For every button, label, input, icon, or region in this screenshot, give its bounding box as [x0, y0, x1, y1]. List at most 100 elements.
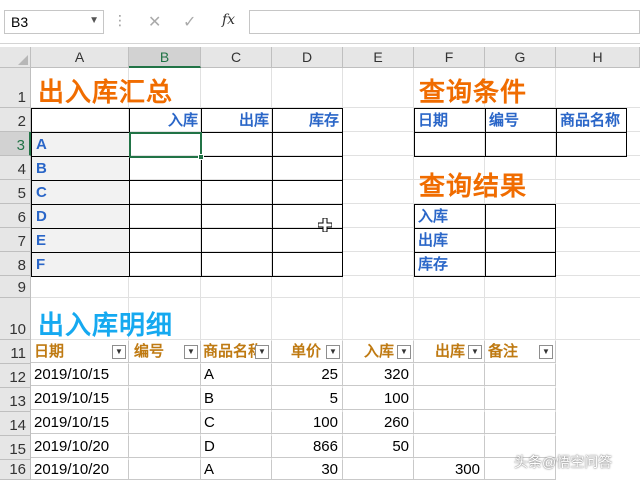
detail-date[interactable]: 2019/10/15 — [31, 364, 129, 386]
detail-header-code[interactable]: 编号 ▼ — [129, 341, 201, 363]
row-header-3[interactable]: 3 — [0, 132, 31, 156]
column-header-h[interactable]: H — [556, 47, 640, 68]
detail-product-name[interactable]: A — [201, 364, 272, 386]
row-header-15[interactable]: 15 — [0, 436, 31, 460]
detail-code[interactable] — [129, 364, 201, 386]
column-header-f[interactable]: F — [414, 47, 485, 68]
detail-header-out[interactable]: 出库 ▼ — [414, 341, 485, 363]
result-in-value[interactable] — [485, 204, 556, 229]
detail-price[interactable]: 5 — [272, 388, 343, 410]
summary-cell[interactable] — [129, 180, 202, 205]
detail-product-name[interactable]: C — [201, 412, 272, 434]
detail-code[interactable] — [129, 412, 201, 434]
summary-cell[interactable] — [201, 180, 273, 205]
summary-cell[interactable] — [129, 252, 202, 277]
detail-code[interactable] — [129, 460, 201, 480]
result-out-value[interactable] — [485, 228, 556, 253]
row-header-4[interactable]: 4 — [0, 156, 31, 180]
summary-header-out[interactable]: 出库 — [201, 108, 273, 133]
detail-date[interactable]: 2019/10/20 — [31, 436, 129, 458]
detail-note[interactable] — [485, 412, 556, 434]
row-header-8[interactable]: 8 — [0, 252, 31, 276]
summary-cell[interactable] — [129, 156, 202, 181]
row-header-6[interactable]: 6 — [0, 204, 31, 228]
result-label-out[interactable]: 出库 — [414, 228, 486, 253]
detail-out[interactable]: 300 — [414, 460, 485, 480]
summary-cell[interactable] — [201, 228, 273, 253]
row-header-16[interactable]: 16 — [0, 460, 31, 480]
summary-cell[interactable] — [129, 228, 202, 253]
summary-item-b[interactable]: B — [31, 156, 130, 181]
detail-price[interactable]: 866 — [272, 436, 343, 458]
detail-price[interactable]: 30 — [272, 460, 343, 480]
detail-in[interactable]: 260 — [343, 412, 414, 434]
detail-header-date[interactable]: 日期 ▼ — [31, 341, 129, 363]
row-header-9[interactable]: 9 — [0, 276, 31, 298]
detail-date[interactable]: 2019/10/20 — [31, 460, 129, 480]
detail-price[interactable]: 100 — [272, 412, 343, 434]
summary-item-c[interactable]: C — [31, 180, 130, 205]
detail-in[interactable]: 50 — [343, 436, 414, 458]
detail-header-note[interactable]: 备注 ▼ — [485, 341, 556, 363]
detail-in[interactable] — [343, 460, 414, 480]
filter-dropdown-icon[interactable]: ▼ — [326, 345, 340, 359]
fill-handle[interactable] — [198, 154, 204, 160]
detail-out[interactable] — [414, 388, 485, 410]
result-label-in[interactable]: 入库 — [414, 204, 486, 229]
column-header-d[interactable]: D — [272, 47, 343, 68]
detail-header-product-name[interactable]: 商品名称 ▼ — [201, 341, 272, 363]
detail-price[interactable]: 25 — [272, 364, 343, 386]
query-product-name-input[interactable] — [556, 132, 627, 157]
detail-in[interactable]: 320 — [343, 364, 414, 386]
column-header-c[interactable]: C — [201, 47, 272, 68]
detail-code[interactable] — [129, 436, 201, 458]
summary-cell[interactable] — [272, 228, 343, 253]
row-header-5[interactable]: 5 — [0, 180, 31, 204]
summary-cell[interactable] — [129, 204, 202, 229]
query-code-input[interactable] — [485, 132, 557, 157]
filter-dropdown-icon[interactable]: ▼ — [255, 345, 269, 359]
summary-cell[interactable] — [272, 156, 343, 181]
summary-cell[interactable] — [201, 132, 273, 157]
result-label-stock[interactable]: 库存 — [414, 252, 486, 277]
filter-dropdown-icon[interactable]: ▼ — [539, 345, 553, 359]
active-cell-selection[interactable] — [129, 132, 202, 158]
select-all-corner[interactable] — [0, 47, 31, 68]
row-header-10[interactable]: 10 — [0, 298, 31, 340]
row-header-12[interactable]: 12 — [0, 364, 31, 388]
detail-in[interactable]: 100 — [343, 388, 414, 410]
filter-dropdown-icon[interactable]: ▼ — [397, 345, 411, 359]
detail-header-in[interactable]: 入库 ▼ — [343, 341, 414, 363]
row-header-14[interactable]: 14 — [0, 412, 31, 436]
filter-dropdown-icon[interactable]: ▼ — [184, 345, 198, 359]
filter-dropdown-icon[interactable]: ▼ — [112, 345, 126, 359]
detail-date[interactable]: 2019/10/15 — [31, 388, 129, 410]
summary-item-a[interactable]: A — [31, 132, 130, 157]
detail-product-name[interactable]: D — [201, 436, 272, 458]
row-header-2[interactable]: 2 — [0, 108, 31, 132]
query-date-input[interactable] — [414, 132, 486, 157]
query-header-product-name[interactable]: 商品名称 — [556, 108, 627, 133]
row-header-13[interactable]: 13 — [0, 388, 31, 412]
column-header-e[interactable]: E — [343, 47, 414, 68]
summary-cell[interactable] — [272, 180, 343, 205]
detail-date[interactable]: 2019/10/15 — [31, 412, 129, 434]
detail-product-name[interactable]: B — [201, 388, 272, 410]
detail-out[interactable] — [414, 412, 485, 434]
row-header-11[interactable]: 11 — [0, 340, 31, 364]
summary-cell[interactable] — [272, 252, 343, 277]
column-header-g[interactable]: G — [485, 47, 556, 68]
summary-cell[interactable] — [201, 204, 273, 229]
detail-note[interactable] — [485, 364, 556, 386]
detail-header-price[interactable]: 单价 ▼ — [272, 341, 343, 363]
query-header-code[interactable]: 编号 — [485, 108, 557, 133]
detail-out[interactable] — [414, 364, 485, 386]
summary-cell[interactable] — [272, 204, 343, 229]
summary-item-f[interactable]: F — [31, 252, 130, 277]
column-header-b[interactable]: B — [129, 47, 201, 68]
summary-header-in[interactable]: 入库 — [129, 108, 202, 133]
summary-corner-cell[interactable] — [31, 108, 130, 133]
column-header-a[interactable]: A — [31, 47, 129, 68]
summary-item-d[interactable]: D — [31, 204, 130, 229]
summary-header-stock[interactable]: 库存 — [272, 108, 343, 133]
